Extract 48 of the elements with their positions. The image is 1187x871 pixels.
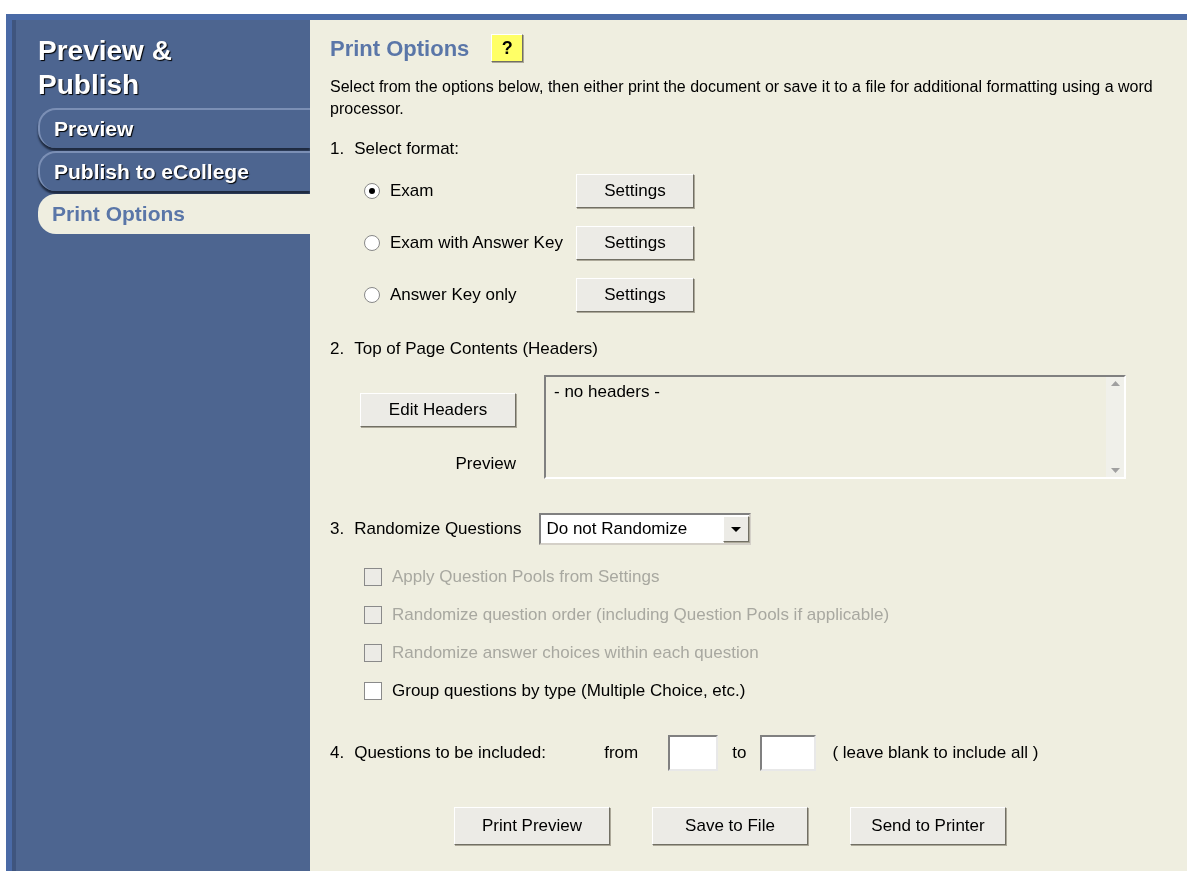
headers-preview-box[interactable]: - no headers -	[544, 375, 1126, 479]
checkbox[interactable]	[364, 682, 382, 700]
radio-label: Exam with Answer Key	[390, 231, 563, 254]
panel-title: Print Options	[330, 34, 470, 63]
settings-button[interactable]: Settings	[576, 277, 694, 312]
from-input-field[interactable]	[668, 735, 719, 771]
sidebar-item[interactable]: Preview	[38, 108, 310, 148]
to-input-field[interactable]	[760, 735, 817, 771]
settings-button[interactable]: Settings	[576, 225, 694, 260]
scroll-up-icon[interactable]	[1110, 381, 1120, 386]
dropdown-button[interactable]	[723, 516, 750, 542]
action-button[interactable]: Print Preview	[454, 807, 610, 845]
sidebar-item[interactable]: Print Options	[38, 194, 310, 234]
settings-button[interactable]: Settings	[576, 173, 694, 208]
range-hint: ( leave blank to include all )	[832, 742, 1039, 765]
radio-label: Exam	[390, 179, 434, 202]
edit-headers-button[interactable]: Edit Headers	[360, 393, 516, 427]
checkbox-label: Randomize question order (including Question Pools if applicable)	[392, 604, 890, 627]
section-label: Top of Page Contents (Headers)	[354, 337, 598, 360]
sidebar-item[interactable]: Publish to eCollege	[38, 151, 310, 191]
section-number: 2.	[330, 337, 345, 360]
radio-label: Answer Key only	[390, 283, 517, 306]
section-label: Questions to be included:	[354, 742, 548, 765]
preview-text: - no headers -	[553, 381, 661, 403]
preview-label: Preview	[455, 453, 516, 475]
help-button[interactable]: ?	[491, 34, 524, 62]
to-label: to	[732, 742, 747, 765]
radio-button[interactable]	[364, 286, 380, 303]
from-label: from	[604, 742, 639, 765]
section-number: 1.	[330, 138, 345, 160]
checkbox-label: Randomize answer choices within each question	[392, 642, 759, 665]
caret-icon	[731, 526, 742, 532]
sidebar-title: Preview & Publish	[38, 34, 173, 102]
action-button[interactable]: Send to Printer	[850, 807, 1006, 845]
randomize-dropdown[interactable]: Do not Randomize	[539, 513, 752, 545]
description: Select from the options below, then either print the document or save it to a file for additional formatting using a word processor.	[330, 77, 1154, 119]
radio-button[interactable]	[364, 234, 380, 251]
section-number: 4.	[330, 742, 345, 765]
section-label: Select format:	[354, 138, 460, 160]
scroll-down-icon[interactable]	[1110, 468, 1120, 473]
action-button[interactable]: Save to File	[652, 807, 808, 845]
checkbox-label: Group questions by type (Multiple Choice, etc.)	[392, 680, 746, 703]
checkbox-label: Apply Question Pools from Settings	[392, 566, 660, 589]
scrollbar[interactable]	[1106, 377, 1124, 477]
dropdown-value: Do not Randomize	[545, 518, 689, 541]
radio-button[interactable]	[364, 182, 380, 199]
section-label: Randomize Questions	[354, 518, 522, 541]
section-number: 3.	[330, 518, 345, 541]
